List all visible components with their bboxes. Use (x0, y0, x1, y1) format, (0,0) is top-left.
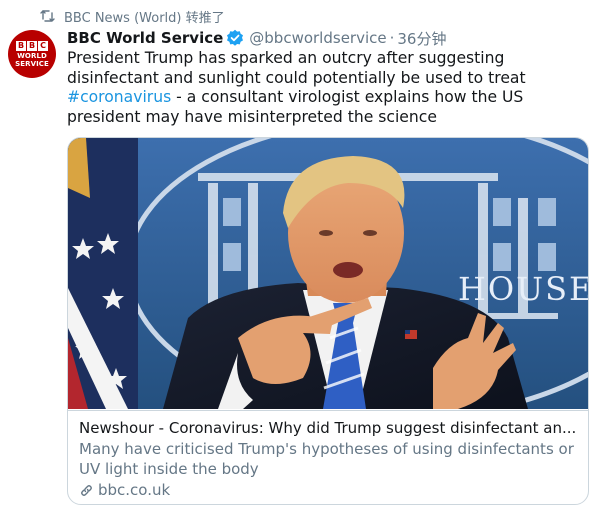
hashtag-link[interactable]: #coronavirus (67, 88, 171, 106)
verified-badge-icon (226, 29, 244, 47)
user-handle[interactable]: @bbcworldservice (249, 29, 386, 47)
bbc-block-letter: B (16, 40, 26, 51)
avatar-text-world: WORLD (17, 51, 47, 60)
avatar[interactable]: B B C WORLD SERVICE (8, 30, 56, 78)
bbc-block-letter: C (38, 40, 48, 51)
retweet-icon (40, 9, 56, 23)
card-title[interactable]: Newshour - Coronavirus: Why did Trump su… (79, 418, 578, 438)
tweet-text-part: President Trump has sparked an outcry af… (67, 49, 526, 87)
link-card[interactable]: HOUSE Newshour - Coronavirus: Why did Tr… (67, 137, 589, 505)
tweet-text: President Trump has sparked an outcry af… (67, 49, 592, 127)
tweet-header: BBC World Service @bbcworldservice · 36分… (67, 28, 446, 48)
bbc-block-letter: B (27, 40, 37, 51)
bbc-logo-blocks: B B C (16, 40, 48, 51)
card-body[interactable]: Newshour - Coronavirus: Why did Trump su… (68, 410, 588, 504)
retweet-context[interactable]: BBC News (World) 转推了 (40, 7, 225, 26)
separator-dot: · (389, 29, 395, 47)
card-image[interactable]: HOUSE (68, 138, 588, 409)
link-icon (79, 483, 94, 498)
tweet-timestamp[interactable]: 36分钟 (397, 28, 446, 49)
card-domain[interactable]: bbc.co.uk (98, 480, 170, 500)
card-domain-link[interactable]: bbc.co.uk (79, 480, 578, 500)
retweet-text[interactable]: BBC News (World) 转推了 (64, 7, 225, 26)
display-name[interactable]: BBC World Service (67, 29, 223, 47)
avatar-text-service: SERVICE (15, 59, 49, 68)
image-sign-text: HOUSE (458, 270, 588, 308)
card-description: Many have criticised Trump's hypotheses … (79, 440, 574, 478)
